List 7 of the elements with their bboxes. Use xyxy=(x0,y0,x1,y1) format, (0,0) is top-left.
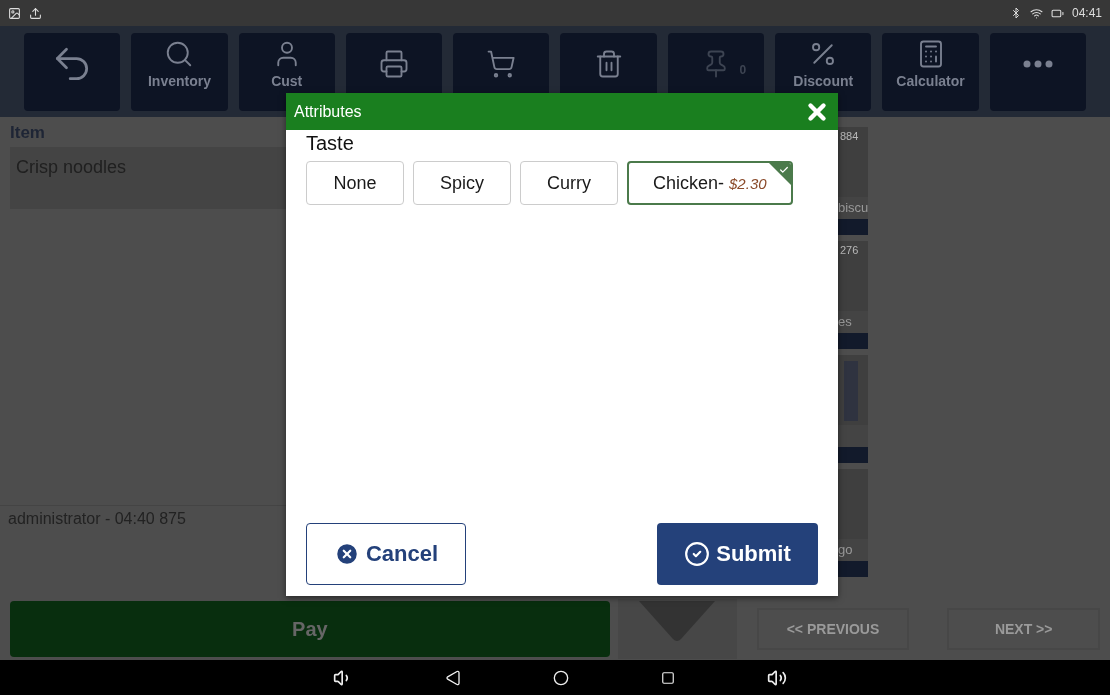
group-label: Taste xyxy=(305,131,355,156)
clock: 04:41 xyxy=(1071,6,1102,20)
product-number: 884 xyxy=(840,130,859,142)
product-number: 276 xyxy=(840,244,859,256)
product-name: go xyxy=(838,542,853,557)
product-name: biscu xyxy=(838,200,869,215)
product-name: es xyxy=(838,314,852,329)
